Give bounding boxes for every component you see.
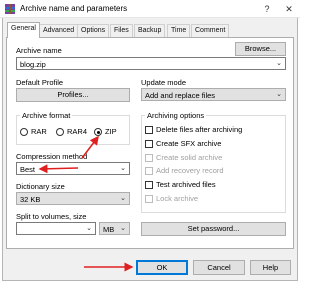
update-mode-label: Update mode [141,78,187,87]
radio-rar[interactable] [20,128,28,136]
chevron-down-icon[interactable]: ⌄ [276,59,282,67]
window-title: Archive name and parameters [20,4,128,13]
create-sfx-label: Create SFX archive [156,139,222,148]
tab-files[interactable]: Files [110,24,133,37]
close-window-button[interactable]: ✕ [278,0,300,18]
radio-rar-label: RAR [31,127,47,136]
radio-rar4-label: RAR4 [67,127,88,136]
default-profile-label: Default Profile [16,78,64,87]
create-solid-label: Create solid archive [156,153,223,162]
archiving-options-title: Archiving options [145,111,207,120]
compression-method-value: Best [20,165,36,174]
archive-name-input[interactable]: blog.zip ⌄ [16,57,286,70]
split-volumes-label: Split to volumes, size [16,212,87,221]
profiles-button[interactable]: Profiles... [16,88,130,102]
archive-name-label: Archive name [16,46,62,55]
help-title-button[interactable]: ? [256,0,278,18]
dictionary-size-select[interactable]: 32 KB ⌄ [16,192,130,205]
cancel-button[interactable]: Cancel [193,260,245,275]
tab-backup[interactable]: Backup [134,24,166,37]
set-password-button[interactable]: Set password... [141,222,286,236]
archive-format-title: Archive format [20,111,73,120]
chevron-down-icon: ⌄ [120,195,126,202]
radio-zip[interactable] [94,128,102,136]
tab-options[interactable]: Options [77,24,110,37]
checkbox-test-archived[interactable] [145,181,153,189]
lock-archive-label: Lock archive [156,194,199,203]
winrar-app-icon [5,4,15,14]
chevron-down-icon[interactable]: ⌄ [86,224,92,232]
test-archived-label: Test archived files [156,180,216,189]
split-volumes-input[interactable]: ⌄ [16,222,96,235]
recovery-record-label: Add recovery record [156,166,224,175]
checkbox-create-solid [145,154,153,162]
compression-method-select[interactable]: Best ⌄ [16,162,130,175]
delete-files-label: Delete files after archiving [156,125,243,134]
tab-general[interactable]: General [7,22,40,38]
title-bar: Archive name and parameters ? ✕ [0,0,300,18]
tab-comment[interactable]: Comment [191,24,230,37]
dictionary-size-value: 32 KB [20,195,41,204]
checkbox-delete-files[interactable] [145,126,153,134]
checkbox-lock-archive [145,195,153,203]
dictionary-size-label: Dictionary size [16,182,65,191]
help-button[interactable]: Help [250,260,291,275]
split-unit-value: MB [103,225,115,234]
tab-advanced[interactable]: Advanced [39,24,79,37]
update-mode-select[interactable]: Add and replace files ⌄ [141,88,286,101]
archive-name-value: blog.zip [20,60,46,69]
split-unit-select[interactable]: MB ⌄ [99,222,130,235]
compression-method-label: Compression method [16,152,88,161]
chevron-down-icon: ⌄ [120,165,126,172]
browse-button[interactable]: Browse... [235,42,286,56]
update-mode-value: Add and replace files [145,91,216,100]
checkbox-recovery-record [145,167,153,175]
radio-zip-label: ZIP [105,127,117,136]
chevron-down-icon: ⌄ [120,225,126,232]
chevron-down-icon: ⌄ [276,91,282,98]
radio-rar4[interactable] [56,128,64,136]
checkbox-create-sfx[interactable] [145,140,153,148]
ok-button[interactable]: OK [136,260,188,275]
tab-time[interactable]: Time [167,24,191,37]
